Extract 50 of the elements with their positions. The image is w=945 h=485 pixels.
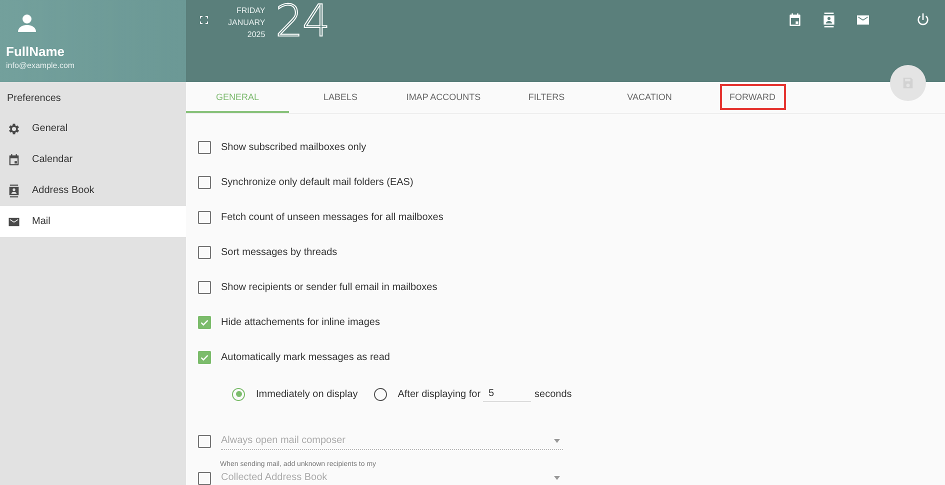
option-label: Automatically mark messages as read xyxy=(221,352,390,363)
month-text: JANUARY xyxy=(228,17,266,29)
power-icon[interactable] xyxy=(915,12,931,28)
sidebar-item[interactable]: Mail xyxy=(0,206,186,237)
checkbox[interactable] xyxy=(198,176,211,189)
sidebar-item[interactable]: Calendar xyxy=(0,144,186,175)
delay-field[interactable]: 5 xyxy=(482,386,531,402)
option-label: Show recipients or sender full email in mailboxes xyxy=(221,282,438,293)
option-label: Sort messages by threads xyxy=(221,247,338,258)
checkbox[interactable] xyxy=(198,472,211,484)
sidebar-item[interactable]: General xyxy=(0,113,186,144)
tab[interactable]: VACATION xyxy=(598,82,701,113)
checkbox[interactable] xyxy=(198,281,211,294)
caret-icon xyxy=(554,438,560,442)
settings-icon xyxy=(7,122,21,136)
fullscreen-icon[interactable] xyxy=(198,14,210,26)
highlight-box: FORWARD xyxy=(720,84,786,110)
checkbox[interactable] xyxy=(198,211,211,224)
weekday-text: FRIDAY xyxy=(235,5,266,17)
sidebar-item[interactable]: Address Book xyxy=(0,175,186,206)
calendar-icon[interactable] xyxy=(787,12,803,28)
caret-icon xyxy=(554,476,560,480)
tab[interactable]: LABELS xyxy=(289,82,392,113)
year-text: 2025 xyxy=(246,29,266,41)
option-label: Fetch count of unseen messages for all mailboxes xyxy=(221,212,444,223)
option-label: Hide attachements for inline images xyxy=(221,317,380,328)
checkbox[interactable] xyxy=(198,316,211,329)
option-label: Synchronize only default mail folders (EAS) xyxy=(221,177,414,188)
tab[interactable]: IMAP ACCOUNTS xyxy=(392,82,495,113)
contact-card-icon[interactable] xyxy=(821,12,837,28)
radio-label: Immediately on display xyxy=(256,388,358,400)
radio-button[interactable] xyxy=(232,388,245,400)
sidebar-title: Preferences xyxy=(6,92,62,106)
user-email: info@example.com xyxy=(6,61,76,70)
checkbox[interactable] xyxy=(198,141,211,154)
option-label: Show subscribed mailboxes only xyxy=(221,142,366,153)
radio-button[interactable] xyxy=(374,388,387,400)
unit-label: seconds xyxy=(534,388,572,400)
tab[interactable]: FILTERS xyxy=(495,82,598,113)
checkbox[interactable] xyxy=(198,351,211,364)
checkmark-icon xyxy=(199,317,210,328)
user-name: FullName xyxy=(6,44,66,59)
calendar-icon xyxy=(7,152,21,166)
contact-card-icon xyxy=(7,184,21,198)
checkbox[interactable] xyxy=(198,246,211,259)
radio-label: After displaying for xyxy=(398,388,481,400)
day-number: 24 xyxy=(275,0,330,44)
checkmark-icon xyxy=(199,352,210,363)
checkbox[interactable] xyxy=(198,434,211,448)
tab[interactable]: FORWARD xyxy=(701,82,804,113)
